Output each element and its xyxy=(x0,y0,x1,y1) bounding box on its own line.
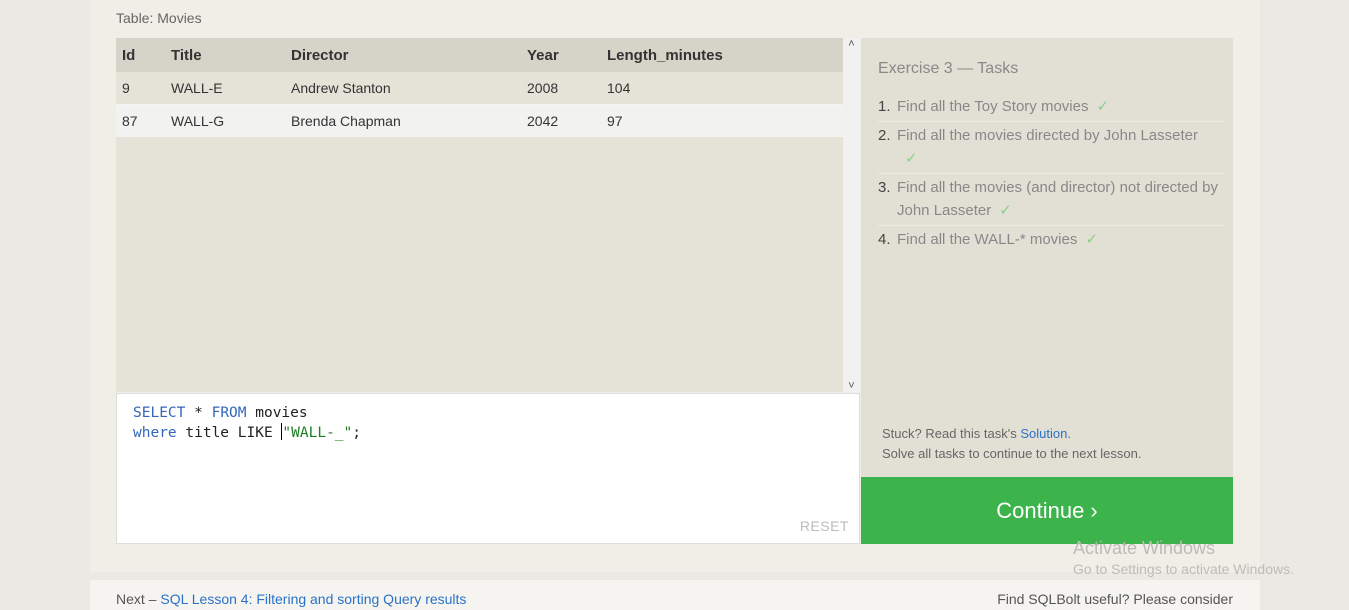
continue-button[interactable]: Continue › xyxy=(861,477,1233,544)
cell-director: Brenda Chapman xyxy=(285,104,521,137)
cell-id: 87 xyxy=(116,104,165,137)
cell-title: WALL-E xyxy=(165,72,285,105)
cell-year: 2008 xyxy=(521,72,601,105)
tasks-title: Exercise 3 — Tasks xyxy=(878,60,1019,77)
next-prefix: Next – xyxy=(116,591,157,607)
chevron-down-icon[interactable]: ˅ xyxy=(843,380,860,392)
task-number: 3. xyxy=(878,179,891,196)
checkmark-icon: ✓ xyxy=(999,202,1012,219)
table-row: 9 WALL-E Andrew Stanton 2008 104 xyxy=(116,72,843,105)
cell-director: Andrew Stanton xyxy=(285,72,521,105)
stuck-prefix: Stuck? Read this task's xyxy=(882,426,1017,441)
sql-text: movies xyxy=(246,405,308,421)
sql-string: "WALL-_" xyxy=(282,425,353,441)
sql-keyword: SELECT xyxy=(133,405,186,421)
task-content: Find all the WALL-* movies ✓ xyxy=(897,228,1098,251)
task-item: 4. Find all the WALL-* movies ✓ xyxy=(878,226,1224,254)
task-number: 1. xyxy=(878,98,891,115)
sql-text: title LIKE xyxy=(176,425,282,441)
sql-text: ; xyxy=(352,425,361,441)
next-lesson-link[interactable]: SQL Lesson 4: Filtering and sorting Quer… xyxy=(160,591,466,607)
task-text: Find all the WALL-* movies xyxy=(897,231,1078,248)
cell-id: 9 xyxy=(116,72,165,105)
task-content: Find all the movies (and director) not d… xyxy=(897,176,1224,222)
task-number: 2. xyxy=(878,127,891,144)
sql-keyword: FROM xyxy=(211,405,247,421)
column-header-length: Length_minutes xyxy=(601,38,843,72)
task-text: Find all the movies (and director) not d… xyxy=(897,179,1218,219)
task-item: 1. Find all the Toy Story movies ✓ xyxy=(878,93,1224,122)
watermark-title: Activate Windows xyxy=(1073,538,1216,558)
task-item: 3. Find all the movies (and director) no… xyxy=(878,174,1224,226)
results-scrollbar[interactable]: ˄ ˅ xyxy=(843,38,860,392)
column-header-title: Title xyxy=(165,38,285,72)
sql-editor[interactable]: SELECT * FROM movies where title LIKE "W… xyxy=(116,393,860,544)
task-content: Find all the Toy Story movies ✓ xyxy=(897,95,1109,118)
windows-activation-watermark: Activate Windows Go to Settings to activ… xyxy=(1073,538,1294,577)
cell-title: WALL-G xyxy=(165,104,285,137)
column-header-year: Year xyxy=(521,38,601,72)
solution-link[interactable]: Solution xyxy=(1020,426,1067,441)
checkmark-icon: ✓ xyxy=(905,150,918,167)
task-text: Find all the movies directed by John Las… xyxy=(897,127,1198,144)
cell-length: 97 xyxy=(601,104,843,137)
checkmark-icon: ✓ xyxy=(1096,98,1110,115)
solve-all-text: Solve all tasks to continue to the next … xyxy=(882,446,1142,461)
exercise-card: Table: Movies Id Title Director Year Len… xyxy=(90,0,1260,572)
stuck-suffix: . xyxy=(1067,426,1071,441)
column-header-director: Director xyxy=(285,38,521,72)
task-content: Find all the movies directed by John Las… xyxy=(897,124,1198,170)
footer: Next – SQL Lesson 4: Filtering and sorti… xyxy=(90,580,1260,610)
task-list: 1. Find all the Toy Story movies ✓ 2. Fin… xyxy=(878,93,1224,254)
table-label: Table: Movies xyxy=(116,10,202,26)
chevron-up-icon[interactable]: ˄ xyxy=(843,38,860,50)
next-lesson: Next – SQL Lesson 4: Filtering and sorti… xyxy=(116,591,466,607)
checkmark-icon: ✓ xyxy=(1085,231,1098,248)
cell-year: 2042 xyxy=(521,104,601,137)
watermark-subtitle: Go to Settings to activate Windows. xyxy=(1073,561,1294,577)
sql-text: * xyxy=(185,405,212,421)
reset-button[interactable]: RESET xyxy=(800,518,849,534)
support-text: Find SQLBolt useful? Please consider xyxy=(997,591,1233,607)
cell-length: 104 xyxy=(601,72,843,105)
table-row: 87 WALL-G Brenda Chapman 2042 97 xyxy=(116,104,843,137)
stuck-hint: Stuck? Read this task's Solution. Solve … xyxy=(882,424,1141,464)
column-header-id: Id xyxy=(116,38,165,72)
tasks-panel: Exercise 3 — Tasks 1. Find all the Toy S… xyxy=(861,38,1233,477)
results-table: Id Title Director Year Length_minutes 9 … xyxy=(116,38,843,137)
sql-keyword: where xyxy=(133,425,177,441)
results-panel: Id Title Director Year Length_minutes 9 … xyxy=(116,38,860,392)
task-item: 2. Find all the movies directed by John … xyxy=(878,122,1224,174)
table-header-row: Id Title Director Year Length_minutes xyxy=(116,38,843,72)
sql-code[interactable]: SELECT * FROM movies where title LIKE "W… xyxy=(133,403,361,443)
task-number: 4. xyxy=(878,231,891,248)
task-text: Find all the Toy Story movies xyxy=(897,98,1089,115)
